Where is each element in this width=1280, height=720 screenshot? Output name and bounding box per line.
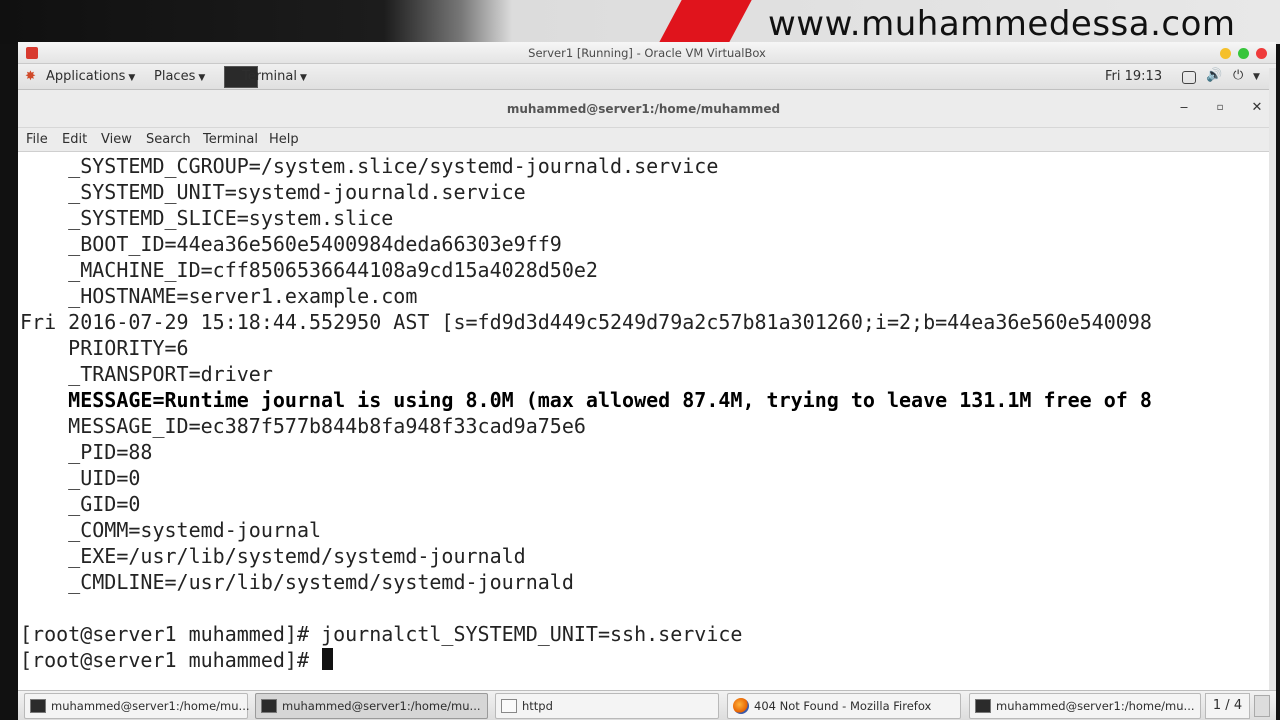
menu-help[interactable]: Help: [269, 132, 299, 147]
document-icon: [501, 699, 517, 713]
terminal-line: _MACHINE_ID=cff8506536644108a9cd15a4028d…: [20, 258, 598, 282]
power-icon[interactable]: ⏻: [1233, 68, 1243, 83]
taskbar-item-label: 404 Not Found - Mozilla Firefox: [754, 699, 932, 713]
firefox-icon: [733, 698, 749, 714]
gnome-top-bar: ✸ Applications ▼ Places ▼ Terminal ▼ Fri 19…: [18, 64, 1276, 90]
terminal-window: muhammed@server1:/home/muhammed ‒ ▫ ✕ Fi…: [18, 90, 1269, 690]
menu-view[interactable]: View: [101, 132, 132, 147]
watermark-text: www.muhammedessa.com: [768, 4, 1236, 44]
minimize-button[interactable]: [1220, 48, 1231, 59]
chevron-down-icon: ▼: [198, 73, 206, 83]
places-menu[interactable]: Places ▼: [154, 69, 205, 84]
terminal-line: _TRANSPORT=driver: [20, 362, 273, 386]
volume-icon[interactable]: 🔊: [1206, 68, 1222, 83]
virtualbox-titlebar[interactable]: Server1 [Running] - Oracle VM VirtualBox: [18, 42, 1276, 64]
terminal-icon: [975, 699, 991, 713]
terminal-menubar: File Edit View Search Terminal Help: [18, 128, 1269, 152]
terminal-prompt: [root@server1 muhammed]#: [20, 648, 322, 672]
terminal-scrollbar[interactable]: [1269, 68, 1276, 698]
applications-icon: ✸: [25, 69, 36, 84]
places-menu-label: Places: [154, 69, 196, 84]
applications-menu-label: Applications: [46, 69, 126, 84]
close-button[interactable]: [1256, 48, 1267, 59]
terminal-line: _GID=0: [20, 492, 141, 516]
terminal-output[interactable]: _SYSTEMD_CGROUP=/system.slice/systemd-jo…: [18, 153, 1269, 688]
taskbar-item-label: muhammed@server1:/home/mu...: [282, 699, 481, 713]
terminal-line: MESSAGE_ID=ec387f577b844b8fa948f33cad9a7…: [20, 414, 586, 438]
workspace-indicator[interactable]: 1 / 4: [1205, 693, 1250, 719]
applications-menu[interactable]: Applications ▼: [46, 69, 135, 84]
terminal-line: _HOSTNAME=server1.example.com: [20, 284, 418, 308]
taskbar-item-firefox[interactable]: 404 Not Found - Mozilla Firefox: [727, 693, 961, 719]
menu-terminal[interactable]: Terminal: [203, 132, 258, 147]
terminal-icon: [30, 699, 46, 713]
taskbar-item-label: muhammed@server1:/home/mu...: [51, 699, 250, 713]
terminal-line: _CMDLINE=/usr/lib/systemd/systemd-journa…: [20, 570, 574, 594]
menu-file[interactable]: File: [26, 132, 48, 147]
terminal-line: _BOOT_ID=44ea36e560e5400984deda66303e9ff…: [20, 232, 562, 256]
taskbar-item-httpd[interactable]: httpd: [495, 693, 719, 719]
terminal-line: _SYSTEMD_UNIT=systemd-journald.service: [20, 180, 526, 204]
chevron-down-icon[interactable]: ▼: [1253, 72, 1260, 82]
virtualbox-window: Server1 [Running] - Oracle VM VirtualBox…: [18, 42, 1276, 720]
terminal-line: _COMM=systemd-journal: [20, 518, 322, 542]
terminal-line: _SYSTEMD_CGROUP=/system.slice/systemd-jo…: [20, 154, 719, 178]
menu-edit[interactable]: Edit: [62, 132, 87, 147]
bottom-taskbar: muhammed@server1:/home/mu... muhammed@se…: [18, 690, 1276, 720]
taskbar-item-terminal-3[interactable]: muhammed@server1:/home/mu...: [969, 693, 1201, 719]
chevron-down-icon: ▼: [299, 73, 307, 83]
terminal-titlebar[interactable]: muhammed@server1:/home/muhammed ‒ ▫ ✕: [18, 90, 1269, 128]
terminal-app-menu[interactable]: Terminal ▼: [242, 69, 307, 84]
terminal-app-menu-label: Terminal: [242, 69, 297, 84]
taskbar-item-terminal-1[interactable]: muhammed@server1:/home/mu...: [24, 693, 250, 719]
terminal-title: muhammed@server1:/home/muhammed: [506, 102, 781, 116]
taskbar-item-terminal-2[interactable]: muhammed@server1:/home/mu...: [255, 693, 488, 719]
maximize-icon[interactable]: ▫: [1212, 102, 1228, 113]
minimize-icon[interactable]: ‒: [1176, 100, 1192, 115]
terminal-line: _SYSTEMD_SLICE=system.slice: [20, 206, 394, 230]
terminal-line-message: MESSAGE=Runtime journal is using 8.0M (m…: [20, 388, 1152, 412]
maximize-button[interactable]: [1238, 48, 1249, 59]
close-icon[interactable]: ✕: [1249, 100, 1265, 115]
terminal-line: PRIORITY=6: [20, 336, 189, 360]
taskbar-item-label: httpd: [522, 699, 553, 713]
workspace-switcher[interactable]: [1254, 695, 1270, 717]
terminal-cursor: [322, 648, 334, 670]
taskbar-item-label: muhammed@server1:/home/mu...: [996, 699, 1195, 713]
terminal-line: _EXE=/usr/lib/systemd/systemd-journald: [20, 544, 526, 568]
terminal-prompt-line[interactable]: [root@server1 muhammed]#: [20, 647, 334, 673]
terminal-icon: [261, 699, 277, 713]
terminal-line: Fri 2016-07-29 15:18:44.552950 AST [s=fd…: [20, 310, 1152, 334]
terminal-line: _UID=0: [20, 466, 141, 490]
screen-icon[interactable]: [1182, 71, 1196, 84]
menu-search[interactable]: Search: [146, 132, 191, 147]
terminal-line: _PID=88: [20, 440, 153, 464]
virtualbox-title: Server1 [Running] - Oracle VM VirtualBox: [528, 46, 766, 60]
clock[interactable]: Fri 19:13: [1105, 69, 1162, 84]
terminal-command-line: [root@server1 muhammed]# journalctl_SYST…: [20, 622, 743, 646]
chevron-down-icon: ▼: [128, 73, 136, 83]
